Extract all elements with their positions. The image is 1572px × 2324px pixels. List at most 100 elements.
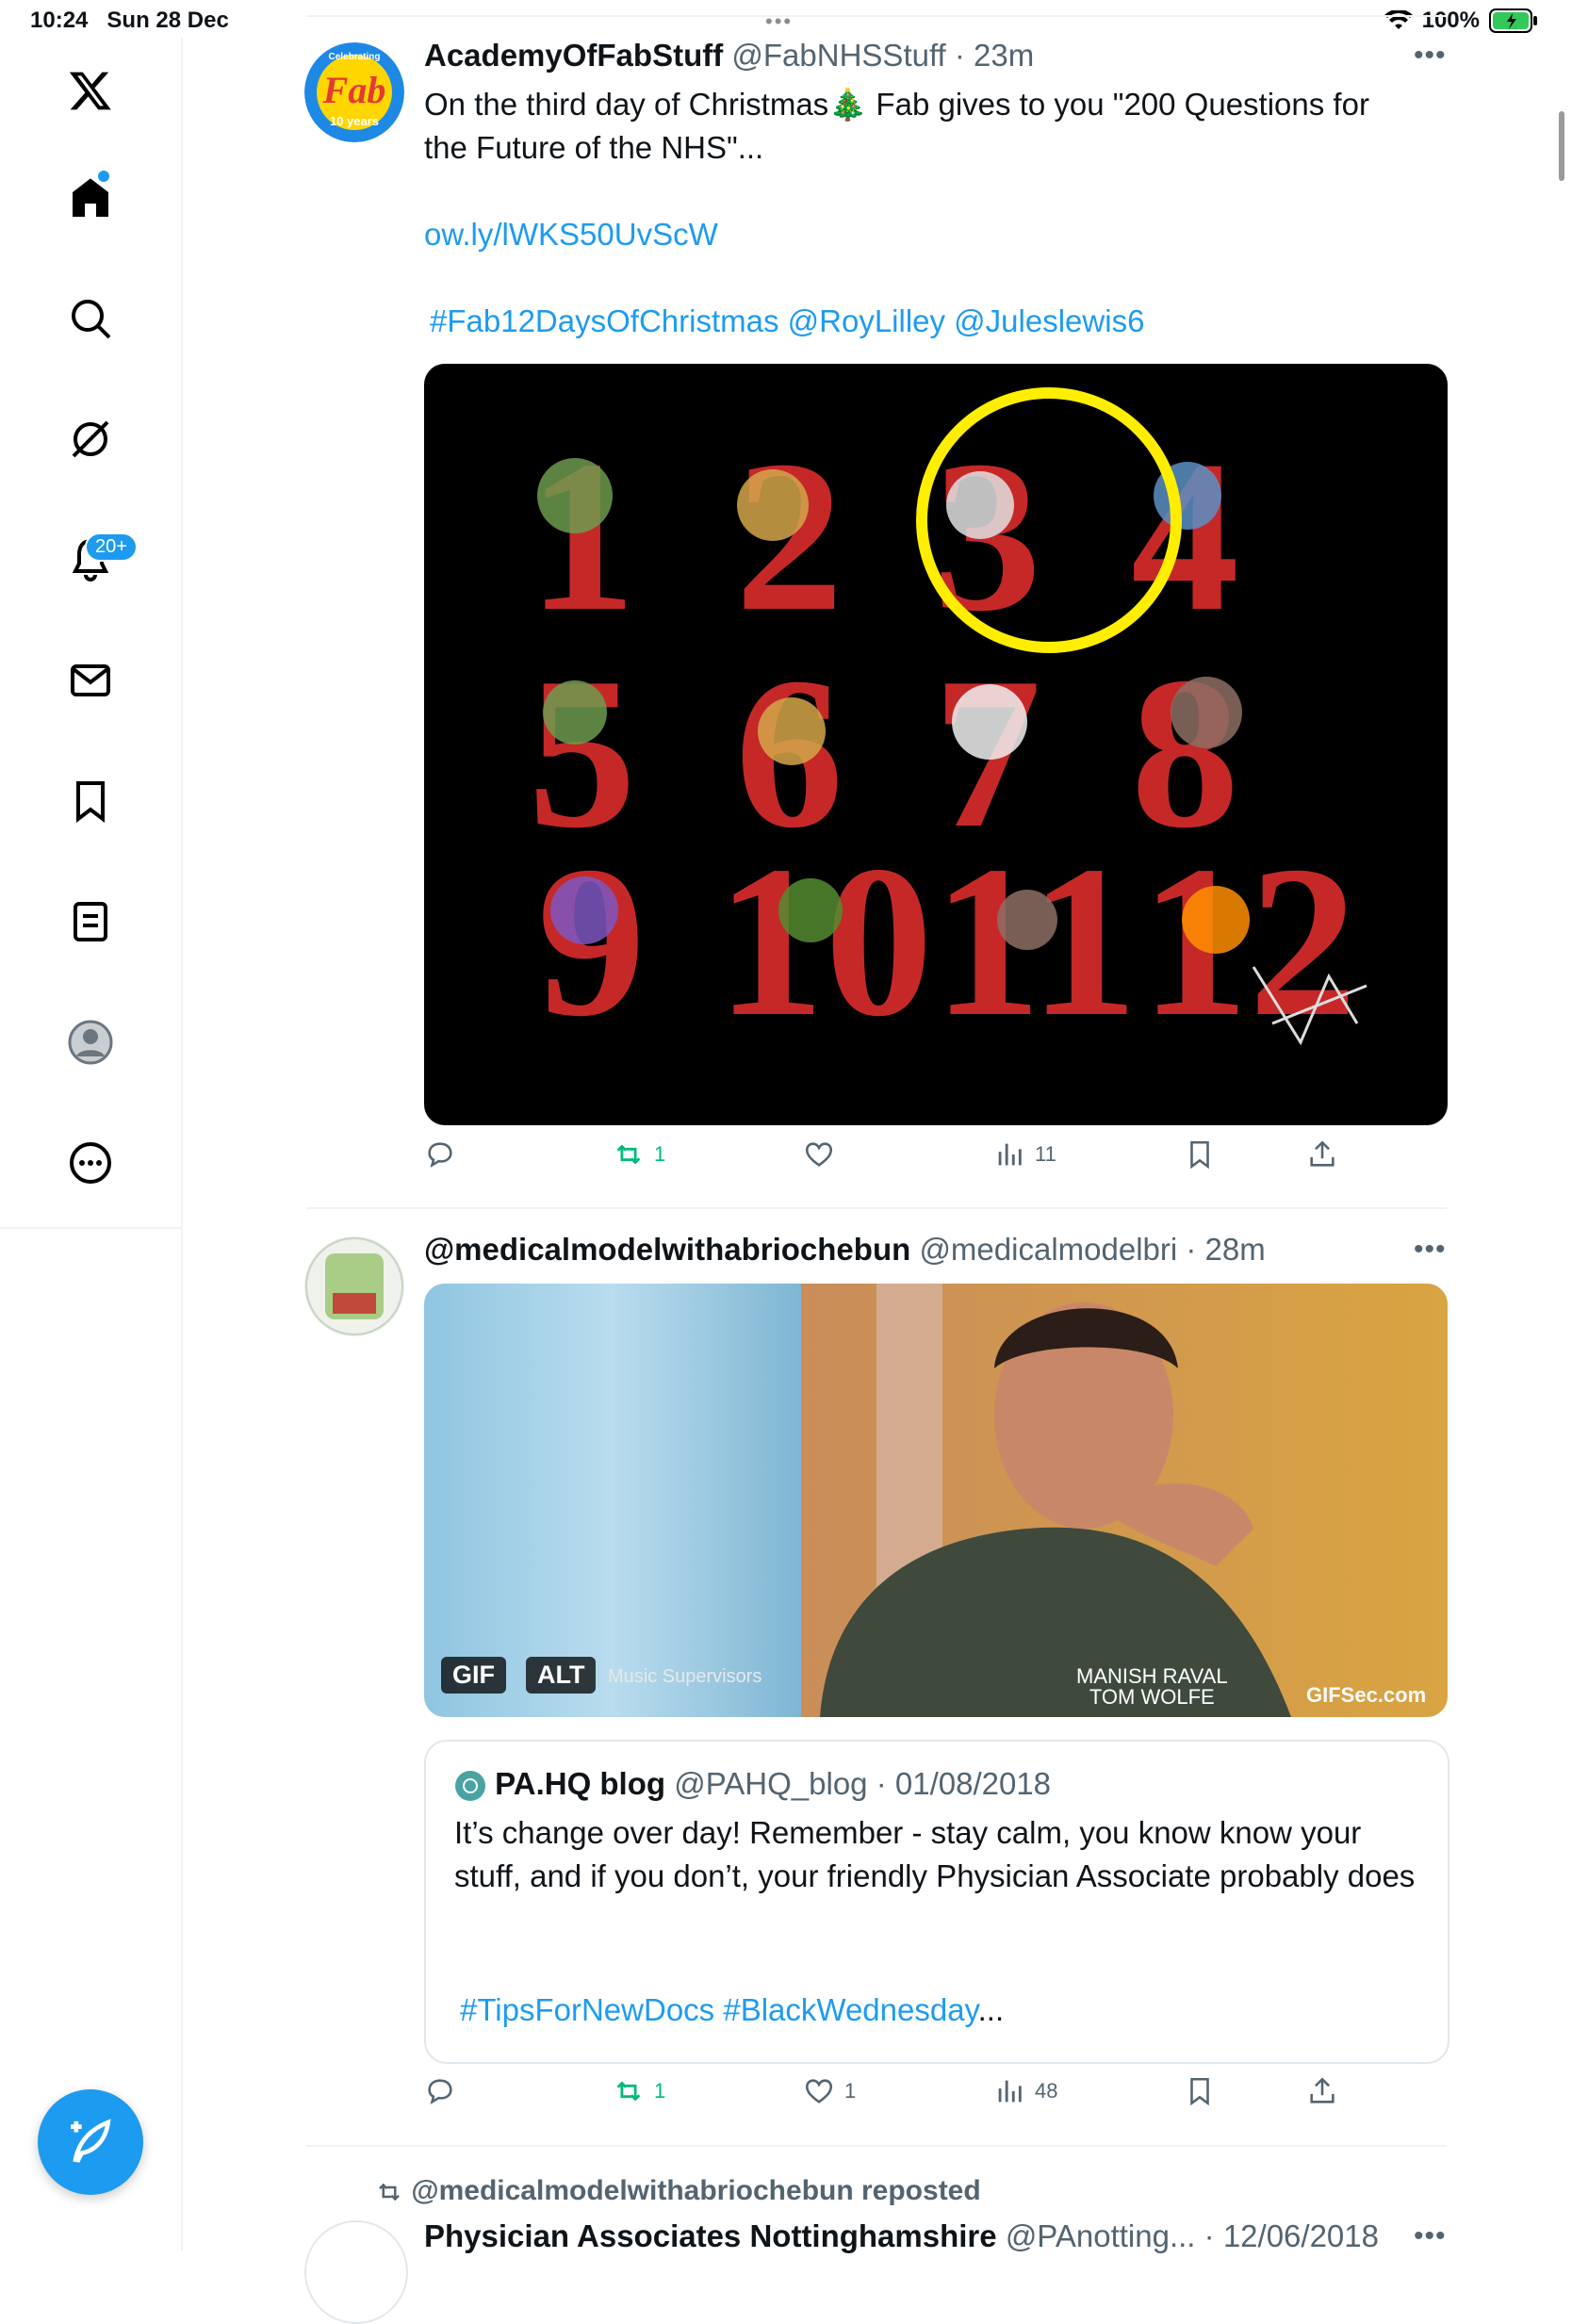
retweet-icon xyxy=(616,1144,641,1165)
repost-indicator[interactable]: @medicalmodelwithabriochebun reposted xyxy=(375,2175,981,2207)
tweet-time[interactable]: · 28m xyxy=(1186,1232,1265,1267)
profile-avatar[interactable] xyxy=(53,1005,128,1080)
share-icon xyxy=(1310,2077,1335,2103)
reply-button[interactable] xyxy=(424,1138,456,1170)
retweet-icon xyxy=(379,2183,400,2201)
share-button[interactable] xyxy=(1306,2075,1338,2107)
svg-text:1: 1 xyxy=(528,416,636,656)
author-handle[interactable]: @FabNHSStuff xyxy=(731,38,945,73)
compose-icon xyxy=(71,2119,111,2164)
share-button[interactable] xyxy=(1306,1138,1338,1170)
more-icon[interactable] xyxy=(53,1125,128,1201)
lists-icon[interactable] xyxy=(53,884,128,959)
svg-text:12: 12 xyxy=(1140,821,1357,1061)
bookmarks-icon[interactable] xyxy=(53,763,128,839)
views-count: 11 xyxy=(1035,1142,1056,1166)
like-button[interactable] xyxy=(803,1138,835,1170)
quoted-tweet[interactable]: PA.HQ blog @PAHQ_blog · 01/08/2018 It’s … xyxy=(424,1740,1449,2064)
tweet-divider xyxy=(306,2145,1447,2147)
repost-label: @medicalmodelwithabriochebun reposted xyxy=(411,2175,981,2206)
tweet-header: AcademyOfFabStuff @FabNHSStuff · 23m xyxy=(424,38,1034,74)
gif-watermark: GIFSec.com xyxy=(1306,1683,1427,1707)
heart-icon xyxy=(805,1142,833,1167)
retweet-count: 1 xyxy=(654,2079,666,2103)
tweet-gif[interactable]: GIF ALT Music Supervisors MANISH RAVAL T… xyxy=(424,1284,1448,1717)
sidebar-border xyxy=(181,1227,183,2250)
tweet-avatar[interactable] xyxy=(304,2220,408,2324)
share-icon xyxy=(1310,1140,1335,1167)
quote-header: PA.HQ blog @PAHQ_blog · 01/08/2018 xyxy=(454,1766,1051,1802)
status-time: 10:24 Sun 28 Dec xyxy=(30,8,229,33)
wifi-icon xyxy=(1384,10,1413,29)
quote-author-name: PA.HQ blog xyxy=(495,1766,666,1801)
alt-badge[interactable]: ALT xyxy=(526,1657,597,1694)
tweet-text: On the third day of Christmas🎄 Fab gives… xyxy=(424,87,1369,165)
home-icon[interactable] xyxy=(53,160,128,236)
search-icon[interactable] xyxy=(53,281,128,356)
tweet-link[interactable]: ow.ly/lWKS50UvScW xyxy=(424,213,718,256)
avatar-text-bottom: 10 years xyxy=(330,114,379,128)
gif-still xyxy=(424,1284,1448,1717)
bookmark-button[interactable] xyxy=(1184,1138,1216,1170)
reply-button[interactable] xyxy=(424,2075,456,2107)
avatar-text-main: Fab xyxy=(322,69,386,111)
bookmark-icon xyxy=(1190,1140,1209,1170)
tweet-actions: 1 11 xyxy=(424,1138,1367,1186)
gif-badge: GIF xyxy=(441,1657,506,1694)
bookmark-button[interactable] xyxy=(1184,2075,1216,2107)
views-icon xyxy=(998,1143,1022,1166)
tweet-header: Physician Associates Nottinghamshire @PA… xyxy=(424,2218,1379,2254)
tweet-date[interactable]: · 12/06/2018 xyxy=(1204,2218,1379,2253)
author-name[interactable]: @medicalmodelwithabriochebun xyxy=(424,1232,910,1267)
svg-text:10: 10 xyxy=(716,821,933,1061)
retweet-button[interactable]: 1 xyxy=(613,1138,665,1170)
status-indicators: 100% xyxy=(1384,8,1538,34)
scrollbar[interactable] xyxy=(1559,111,1564,181)
tweet-more-button[interactable]: ••• xyxy=(1414,1234,1447,1266)
like-button[interactable]: 1 xyxy=(803,2075,856,2107)
heart-icon xyxy=(805,2079,833,2103)
tweet-actions: 1 1 48 xyxy=(424,2075,1367,2122)
author-name[interactable]: AcademyOfFabStuff xyxy=(424,38,723,73)
feed-top-divider xyxy=(306,15,1447,17)
views-button[interactable]: 11 xyxy=(993,1138,1056,1170)
grok-icon[interactable] xyxy=(53,401,128,477)
gif-caption-left: Music Supervisors xyxy=(608,1666,762,1687)
gif-caption-right: MANISH RAVAL TOM WOLFE xyxy=(1076,1664,1228,1709)
battery-percent: 100% xyxy=(1421,8,1480,33)
views-icon xyxy=(998,2080,1022,2103)
tweet-divider xyxy=(306,1207,1447,1209)
quote-avatar xyxy=(455,1771,485,1802)
views-count: 48 xyxy=(1035,2079,1058,2103)
tweet-avatar[interactable] xyxy=(304,1236,404,1336)
reply-icon xyxy=(428,1142,452,1169)
compose-button[interactable] xyxy=(38,2089,143,2195)
retweet-count: 1 xyxy=(654,1142,666,1166)
tweet-image[interactable]: 1 2 3 4 5 6 7 8 9 10 11 12 xyxy=(424,364,1448,1125)
multitask-dots[interactable]: ••• xyxy=(765,9,793,34)
like-count: 1 xyxy=(844,2079,857,2103)
retweet-icon xyxy=(616,2081,641,2102)
svg-text:4: 4 xyxy=(1131,416,1239,656)
quote-text: It’s change over day! Remember - stay ca… xyxy=(454,1815,1416,1893)
tweet-more-button[interactable]: ••• xyxy=(1414,2220,1447,2252)
author-handle[interactable]: @medicalmodelbri xyxy=(919,1232,1177,1267)
tweet-more-button[interactable]: ••• xyxy=(1414,40,1447,72)
tweet-header: @medicalmodelwithabriochebun @medicalmod… xyxy=(424,1232,1266,1268)
quote-date: · 01/08/2018 xyxy=(876,1766,1052,1801)
tweet-time[interactable]: · 23m xyxy=(955,38,1034,73)
tweet-hashtags[interactable]: #Fab12DaysOfChristmas @RoyLilley @Julesl… xyxy=(430,300,1144,343)
quote-author-handle: @PAHQ_blog xyxy=(674,1766,868,1801)
author-name[interactable]: Physician Associates Nottinghamshire xyxy=(424,2218,997,2253)
quote-tags: #TipsForNewDocs #BlackWednesday... xyxy=(460,1992,1005,2027)
reply-icon xyxy=(428,2079,452,2105)
x-logo-icon[interactable] xyxy=(53,53,128,128)
tweet-avatar[interactable]: Celebrating Fab 10 years xyxy=(304,42,404,142)
notifications-badge: 20+ xyxy=(85,532,138,562)
author-handle[interactable]: @PAnotting... xyxy=(1006,2218,1196,2253)
messages-icon[interactable] xyxy=(53,643,128,718)
avatar-text-top: Celebrating xyxy=(328,52,380,62)
views-button[interactable]: 48 xyxy=(993,2075,1057,2107)
retweet-button[interactable]: 1 xyxy=(613,2075,665,2107)
twelve-days-illustration: 1 2 3 4 5 6 7 8 9 10 11 12 xyxy=(528,387,1367,1061)
